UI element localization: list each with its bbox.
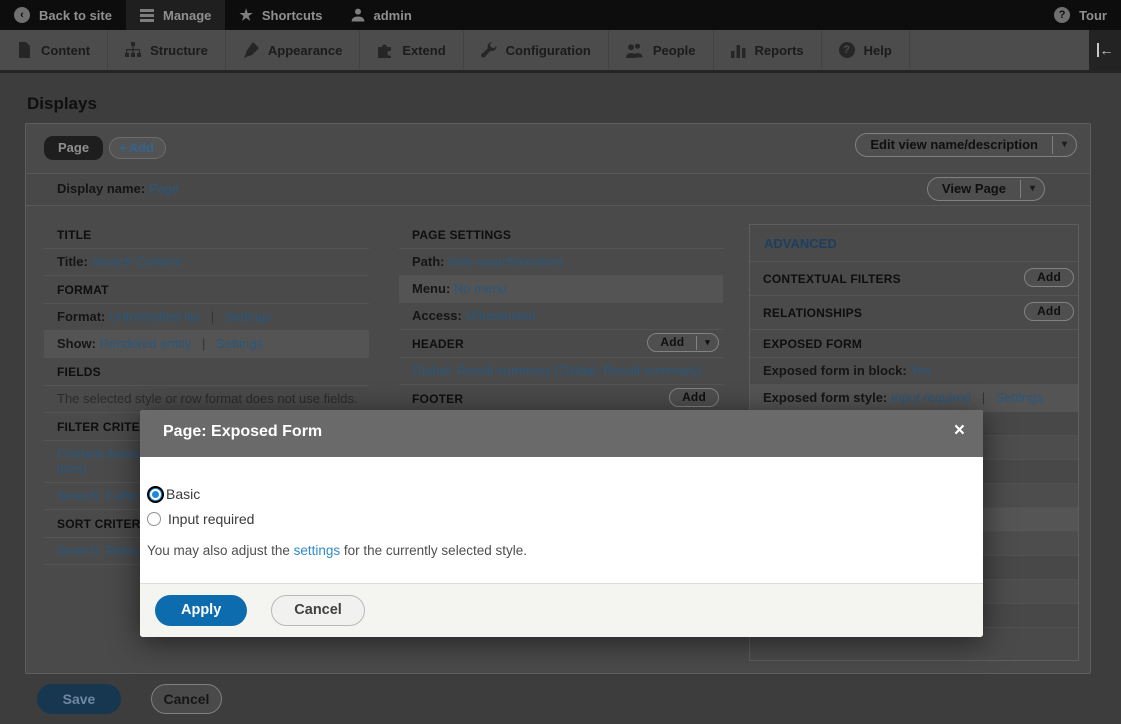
- radio-input-required-label: Input required: [168, 511, 254, 527]
- close-icon[interactable]: ×: [954, 421, 965, 440]
- radio-basic-label: Basic: [166, 486, 200, 502]
- radio-unselected-icon[interactable]: [147, 512, 161, 526]
- style-adjust-note: You may also adjust the settings for the…: [147, 543, 963, 558]
- dialog-cancel-button[interactable]: Cancel: [271, 595, 365, 626]
- drupal-views-ui-screen: ‹ Back to site Manage ★ Shortcuts admin …: [0, 0, 1121, 724]
- dialog-titlebar: Page: Exposed Form ×: [140, 410, 983, 457]
- apply-button[interactable]: Apply: [155, 595, 247, 626]
- dialog-buttonpane: Apply Cancel: [140, 583, 983, 637]
- note-text: for the currently selected style.: [340, 543, 527, 558]
- dialog-body: Basic Input required You may also adjust…: [140, 457, 983, 558]
- radio-option-basic[interactable]: Basic: [147, 486, 963, 502]
- note-text: You may also adjust the: [147, 543, 294, 558]
- exposed-form-dialog: Page: Exposed Form × Basic Input require…: [140, 410, 983, 637]
- dialog-title: Page: Exposed Form: [163, 423, 322, 441]
- radio-selected-icon[interactable]: [150, 489, 161, 500]
- settings-link[interactable]: settings: [294, 543, 341, 558]
- radio-option-input-required[interactable]: Input required: [147, 511, 963, 527]
